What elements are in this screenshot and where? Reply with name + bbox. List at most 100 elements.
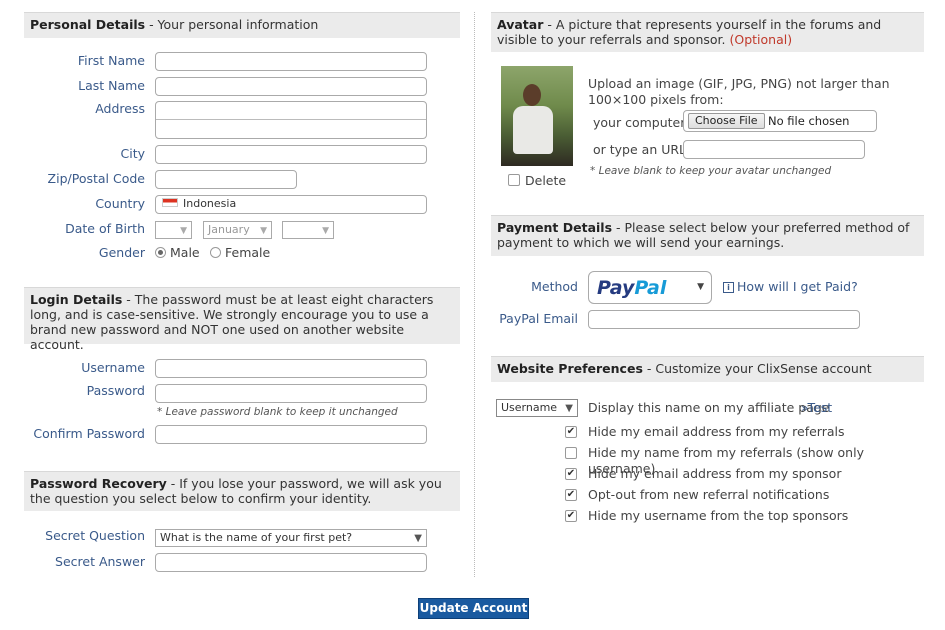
chevron-down-icon: ▼ [565,403,573,414]
avatar-image [501,66,573,166]
preference-label: Hide my email address from my sponsor [588,466,842,481]
secret-answer-label: Secret Answer [55,554,145,569]
country-select[interactable]: Indonesia [155,195,427,214]
method-label: Method [531,279,578,294]
avatar-body [513,106,553,154]
display-name-select[interactable]: Username ▼ [496,399,578,417]
dob-month-value: January [208,223,250,236]
url-label: or type an URL [593,142,687,157]
dob-label: Date of Birth [65,221,145,236]
zip-field[interactable] [155,170,297,189]
paypal-email-field[interactable] [588,310,860,329]
gender-female-option[interactable]: Female [210,245,270,261]
gender-male-option[interactable]: Male [155,245,200,261]
address-label: Address [95,101,145,116]
secret-question-value: What is the name of your first pet? [160,531,353,544]
personal-details-header: Personal Details - Your personal informa… [24,12,460,38]
website-preferences-header: Website Preferences - Customize your Cli… [491,356,924,382]
no-file-text: No file chosen [768,114,850,128]
address-field[interactable] [155,101,427,139]
how-paid-link[interactable]: i How will I get Paid? [723,279,858,294]
secret-question-label: Secret Question [45,528,145,543]
avatar-url-field[interactable] [683,140,865,159]
gender-female-label: Female [225,245,271,260]
secret-question-select[interactable]: What is the name of your first pet? ▼ [155,529,427,547]
avatar-header: Avatar - A picture that represents yours… [491,12,924,52]
dob-month-select[interactable]: January ▼ [203,221,272,239]
chevron-down-icon: ▼ [322,226,329,236]
section-title: Website Preferences [497,361,643,376]
paypal-logo: PayPal [597,277,666,299]
password-label: Password [86,383,145,398]
preference-label: Hide my username from the top sponsors [588,508,849,523]
test-link[interactable]: »Test [801,400,832,415]
payment-method-select[interactable]: PayPal ▼ [588,271,712,304]
chevron-down-icon: ▼ [697,282,704,292]
last-name-label: Last Name [78,78,145,93]
preference-label: Opt-out from new referral notifications [588,487,830,502]
chevron-down-icon: ▼ [260,226,267,236]
login-details-header: Login Details - The password must be at … [24,287,460,352]
first-name-field[interactable] [155,52,427,71]
gender-label: Gender [98,245,145,260]
confirm-password-field[interactable] [155,425,427,444]
preference-checkbox[interactable]: ✔ [565,489,577,501]
zip-label: Zip/Postal Code [47,171,145,186]
dob-day-select[interactable]: ▼ [155,221,192,239]
section-title: Avatar [497,17,544,32]
password-recovery-header: Password Recovery - If you lose your pas… [24,471,460,511]
your-computer-label: your computer [593,115,686,130]
column-divider [474,12,475,577]
how-paid-text: How will I get Paid? [737,279,858,294]
section-title: Personal Details [30,17,146,32]
password-note: * Leave password blank to keep it unchan… [157,406,398,418]
gender-male-label: Male [170,245,200,260]
dob-year-select[interactable]: ▼ [282,221,334,239]
radio-selected-icon [155,247,166,258]
choose-file-button[interactable]: Choose File [688,113,765,129]
radio-icon [210,247,221,258]
country-label: Country [95,196,145,211]
section-title: Login Details [30,292,123,307]
section-title: Password Recovery [30,476,167,491]
section-subtitle: - Your personal information [149,17,319,32]
username-label: Username [81,360,145,375]
preference-checkbox[interactable]: ✔ [565,468,577,480]
username-field[interactable] [155,359,427,378]
optional-tag: (Optional) [729,32,793,47]
info-icon: i [723,282,734,293]
display-name-text: Display this name on my affiliate page [588,400,830,415]
file-input[interactable]: Choose File No file chosen [683,110,877,132]
country-value: Indonesia [183,197,237,210]
delete-label: Delete [525,173,567,188]
update-account-button[interactable]: Update Account [418,598,529,619]
paypal-logo-pay: Pay [597,277,635,299]
paypal-logo-pal: Pal [634,277,667,299]
checkbox-icon [508,174,520,186]
preference-checkbox[interactable]: ✔ [565,426,577,438]
address-line-divider [156,119,426,120]
upload-instructions: Upload an image (GIF, JPG, PNG) not larg… [588,76,890,107]
chevron-down-icon: ▼ [180,226,187,236]
password-field[interactable] [155,384,427,403]
avatar-head [523,84,541,106]
section-subtitle: - A picture that represents yourself in … [497,17,882,47]
confirm-password-label: Confirm Password [33,426,145,441]
secret-answer-field[interactable] [155,553,427,572]
last-name-field[interactable] [155,77,427,96]
payment-details-header: Payment Details - Please select below yo… [491,215,924,256]
paypal-email-label: PayPal Email [499,311,578,326]
indonesia-flag-icon [162,198,178,207]
city-label: City [120,146,146,161]
delete-avatar-option[interactable]: Delete [508,173,566,189]
first-name-label: First Name [77,53,145,68]
preference-label: Hide my email address from my referrals [588,424,845,439]
city-field[interactable] [155,145,427,164]
section-title: Payment Details [497,220,613,235]
preference-checkbox[interactable]: ✔ [565,510,577,522]
chevron-down-icon: ▼ [414,533,422,544]
avatar-url-note: * Leave blank to keep your avatar unchan… [590,165,832,177]
display-name-value: Username [501,401,558,414]
section-subtitle: - Customize your ClixSense account [646,361,872,376]
preference-checkbox[interactable] [565,447,577,459]
